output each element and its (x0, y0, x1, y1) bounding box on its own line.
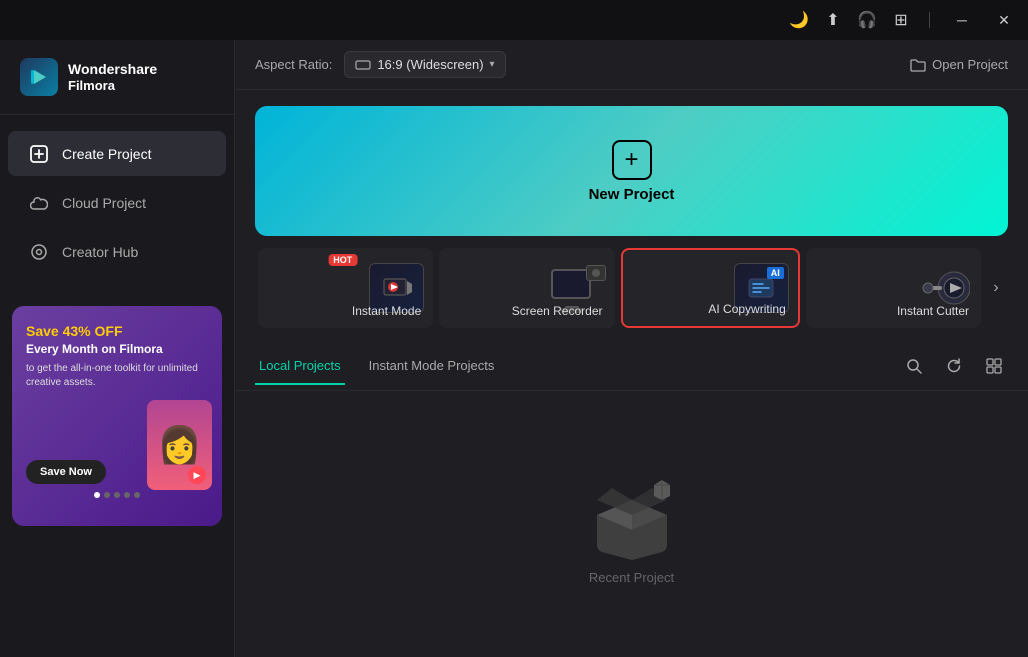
creator-hub-icon (28, 241, 50, 262)
headset-icon[interactable]: 🎧 (857, 10, 877, 30)
quick-action-ai-copywriting[interactable]: AI Copywriting AI (621, 248, 800, 328)
content-area: Aspect Ratio: 16:9 (Widescreen) ▾ Open P… (235, 40, 1028, 657)
titlebar: 🌙 ⬆ 🎧 ⊞ ─ ✕ (0, 0, 1028, 40)
quick-action-instant-mode[interactable]: HOT Instant Mode (258, 248, 433, 328)
sidebar-label-create-project: Create Project (62, 146, 151, 162)
quick-actions-chevron-right[interactable]: › (984, 248, 1008, 328)
empty-state-icon (582, 463, 682, 560)
folder-icon (910, 58, 926, 72)
aspect-ratio-select[interactable]: 16:9 (Widescreen) ▾ (344, 51, 505, 78)
ad-desc: to get the all-in-one toolkit for unlimi… (26, 362, 208, 390)
sidebar-item-create-project[interactable]: Create Project (8, 131, 226, 176)
quick-action-screen-recorder[interactable]: Screen Recorder (439, 248, 614, 328)
refresh-button[interactable] (940, 352, 968, 380)
sidebar-label-cloud-project: Cloud Project (62, 195, 146, 211)
aspect-ratio-value: 16:9 (Widescreen) (377, 57, 483, 72)
screen-recorder-label: Screen Recorder (512, 304, 603, 318)
projects-area: Recent Project (235, 391, 1028, 657)
ad-title-line1: Save 43% OFF (26, 322, 208, 340)
aspect-ratio-icon (355, 60, 371, 70)
tab-local-projects[interactable]: Local Projects (255, 358, 345, 385)
ai-copywriting-label: AI Copywriting (708, 302, 785, 316)
quick-action-instant-cutter[interactable]: Instant Cutter (806, 248, 981, 328)
quick-actions-container: HOT Instant Mode Screen Recorder (255, 248, 1008, 328)
logo-icon (20, 58, 58, 96)
hot-badge: HOT (328, 254, 357, 266)
open-project-label: Open Project (932, 57, 1008, 72)
tab-instant-mode-projects[interactable]: Instant Mode Projects (365, 358, 499, 385)
ad-dot-3 (114, 492, 120, 498)
logo-text: Wondershare Filmora (68, 61, 157, 93)
tab-actions (900, 352, 1008, 390)
new-project-label: New Project (589, 186, 675, 203)
main-layout: Wondershare Filmora Create Project (0, 40, 1028, 657)
grid-view-button[interactable] (980, 352, 1008, 380)
ad-image: 👩 ▶ (147, 400, 212, 490)
ai-badge: AI (767, 267, 784, 279)
create-project-icon (28, 143, 50, 164)
new-project-banner[interactable]: + New Project (255, 106, 1008, 236)
open-project-button[interactable]: Open Project (910, 57, 1008, 72)
grid-icon[interactable]: ⊞ (891, 10, 911, 30)
recent-project-label: Recent Project (589, 570, 674, 585)
logo-title: Wondershare (68, 61, 157, 78)
sidebar-item-cloud-project[interactable]: Cloud Project (8, 180, 226, 225)
tabs-row: Local Projects Instant Mode Projects (235, 338, 1028, 391)
logo-subtitle: Filmora (68, 78, 157, 93)
chevron-down-icon: ▾ (490, 59, 495, 70)
ad-dot-2 (104, 492, 110, 498)
logo-area: Wondershare Filmora (0, 40, 234, 115)
ad-dot-5 (134, 492, 140, 498)
sidebar-item-creator-hub[interactable]: Creator Hub (8, 229, 226, 274)
search-button[interactable] (900, 352, 928, 380)
new-project-icon: + (612, 140, 652, 180)
ad-subtitle: Every Month on Filmora (26, 342, 208, 358)
ad-dot-4 (124, 492, 130, 498)
sidebar-label-creator-hub: Creator Hub (62, 244, 138, 260)
sidebar-nav: Create Project Cloud Project Creator (0, 115, 234, 290)
sidebar: Wondershare Filmora Create Project (0, 40, 235, 657)
aspect-ratio-label: Aspect Ratio: (255, 57, 332, 72)
instant-mode-label: Instant Mode (352, 304, 421, 318)
ad-save-now-button[interactable]: Save Now (26, 460, 106, 484)
ad-dots (26, 492, 208, 498)
instant-cutter-label: Instant Cutter (897, 304, 969, 318)
sun-icon[interactable]: 🌙 (789, 10, 809, 30)
ad-dot-1 (94, 492, 100, 498)
sidebar-ad[interactable]: Save 43% OFF Every Month on Filmora to g… (12, 306, 222, 526)
topbar: Aspect Ratio: 16:9 (Widescreen) ▾ Open P… (235, 40, 1028, 90)
cloud-icon (28, 192, 50, 213)
upload-icon[interactable]: ⬆ (823, 10, 843, 30)
close-button[interactable]: ✕ (990, 6, 1018, 34)
ad-play-button[interactable]: ▶ (188, 466, 206, 484)
minimize-button[interactable]: ─ (948, 6, 976, 34)
